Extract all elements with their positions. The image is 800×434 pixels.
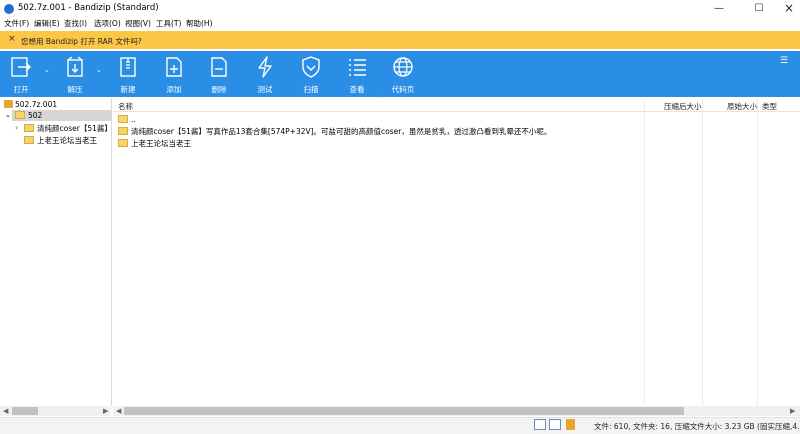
column-name[interactable]: 名称 (118, 101, 133, 112)
window-title: 502.7z.001 - Bandizip (Standard) (18, 3, 159, 13)
add-file-icon (166, 57, 182, 77)
file-list-scrollbar-thumb[interactable] (124, 407, 684, 415)
scan-button[interactable]: 扫描 (294, 54, 328, 94)
scroll-left-icon[interactable]: ◀ (3, 407, 8, 415)
view-button[interactable]: 查看 (340, 54, 374, 94)
menu-options[interactable]: 选项(O) (94, 18, 121, 29)
thumbnail-view-icon[interactable] (549, 419, 561, 430)
scan-label: 扫描 (303, 85, 319, 94)
status-text: 文件: 610, 文件夹: 16, 压缩文件大小: 3.23 GB (固实压缩,… (594, 422, 800, 431)
list-item-label: .. (131, 115, 136, 124)
column-type[interactable]: 类型 (762, 101, 777, 112)
extract-label: 解压 (67, 85, 83, 94)
sort-ascending-icon: ^ (377, 95, 383, 103)
menu-edit[interactable]: 编辑(E) (34, 18, 60, 29)
codepage-button[interactable]: 代码页 (386, 54, 420, 94)
toolbar-menu-icon[interactable]: ☰ (780, 56, 788, 66)
banner-close-icon[interactable]: × (8, 34, 16, 44)
folder-icon (24, 124, 34, 132)
extract-button[interactable]: 解压 (58, 54, 92, 94)
tree-item-laowang-label: 上老王论坛当老王 (37, 136, 97, 145)
tree-archive-root[interactable]: 502.7z.001 (4, 100, 57, 109)
test-button[interactable]: 测试 (248, 54, 282, 94)
folder-icon (118, 115, 128, 123)
new-archive-icon (120, 57, 136, 77)
tree-item-laowang[interactable]: 上老王论坛当老王 (24, 135, 97, 146)
open-button[interactable]: 打开 (4, 54, 38, 94)
column-divider (644, 99, 645, 405)
column-divider (757, 99, 758, 405)
extract-dropdown-icon[interactable]: ⌄ (96, 66, 102, 74)
menu-view[interactable]: 视图(V) (125, 18, 151, 29)
lightning-icon (258, 56, 272, 78)
banner-text[interactable]: 您想用 Bandizip 打开 RAR 文件吗? (21, 36, 142, 47)
details-view-icon[interactable] (534, 419, 546, 430)
maximize-button[interactable]: ☐ (744, 0, 774, 17)
folder-icon (15, 111, 25, 119)
list-item-parent[interactable]: .. (118, 115, 136, 124)
tree-collapse-icon[interactable]: ⌄ (5, 111, 11, 119)
folder-icon (118, 127, 128, 135)
column-packed-size[interactable]: 压缩后大小 (664, 101, 702, 112)
open-icon (11, 57, 31, 77)
column-divider (702, 99, 703, 405)
view-label: 查看 (349, 85, 365, 94)
list-item-coser[interactable]: 清纯颜coser【51酱】写真作品13套合集[574P+32V]。可盐可甜的高颜… (118, 126, 551, 137)
close-button[interactable]: × (774, 0, 800, 17)
list-item-label: 清纯颜coser【51酱】写真作品13套合集[574P+32V]。可盐可甜的高颜… (131, 127, 552, 136)
folder-icon (24, 136, 34, 144)
tree-item-502-row[interactable]: 502 (15, 111, 42, 120)
open-label: 打开 (13, 85, 29, 94)
add-button[interactable]: 添加 (157, 54, 191, 94)
column-original-size[interactable]: 原始大小 (727, 101, 757, 112)
new-button[interactable]: 新建 (111, 54, 145, 94)
new-label: 新建 (120, 85, 136, 94)
minimize-button[interactable]: — (704, 0, 734, 17)
list-view-icon (349, 59, 366, 76)
menu-help[interactable]: 帮助(H) (186, 18, 213, 29)
menu-file[interactable]: 文件(F) (4, 18, 29, 29)
tree-item-502-label: 502 (28, 111, 43, 120)
delete-button[interactable]: 删除 (202, 54, 236, 94)
delete-label: 删除 (211, 85, 227, 94)
open-dropdown-icon[interactable]: ⌄ (44, 66, 50, 74)
shield-icon (302, 56, 320, 78)
scroll-right-icon[interactable]: ▶ (790, 407, 795, 415)
delete-file-icon (211, 57, 227, 77)
menu-tools[interactable]: 工具(T) (156, 18, 181, 29)
archive-icon (4, 100, 13, 108)
tree-scrollbar-thumb[interactable] (12, 407, 38, 415)
globe-icon (393, 57, 413, 77)
scroll-right-icon[interactable]: ▶ (103, 407, 108, 415)
tree-archive-root-label: 502.7z.001 (15, 100, 58, 109)
list-item-label: 上老王论坛当老王 (131, 139, 191, 148)
codepage-label: 代码页 (391, 85, 415, 94)
test-label: 测试 (257, 85, 273, 94)
tree-item-coser[interactable]: 清纯颜coser【51酱】写 (24, 123, 111, 134)
list-item-laowang[interactable]: 上老王论坛当老王 (118, 138, 191, 149)
menu-find[interactable]: 查找(I) (64, 18, 87, 29)
app-icon (4, 4, 14, 14)
add-label: 添加 (166, 85, 182, 94)
extract-icon (67, 56, 83, 77)
folder-icon (118, 139, 128, 147)
archive-info-icon[interactable] (566, 419, 575, 430)
scroll-left-icon[interactable]: ◀ (116, 407, 121, 415)
tree-item-coser-label: 清纯颜coser【51酱】写 (37, 124, 111, 133)
tree-expand-icon[interactable]: › (15, 123, 18, 132)
